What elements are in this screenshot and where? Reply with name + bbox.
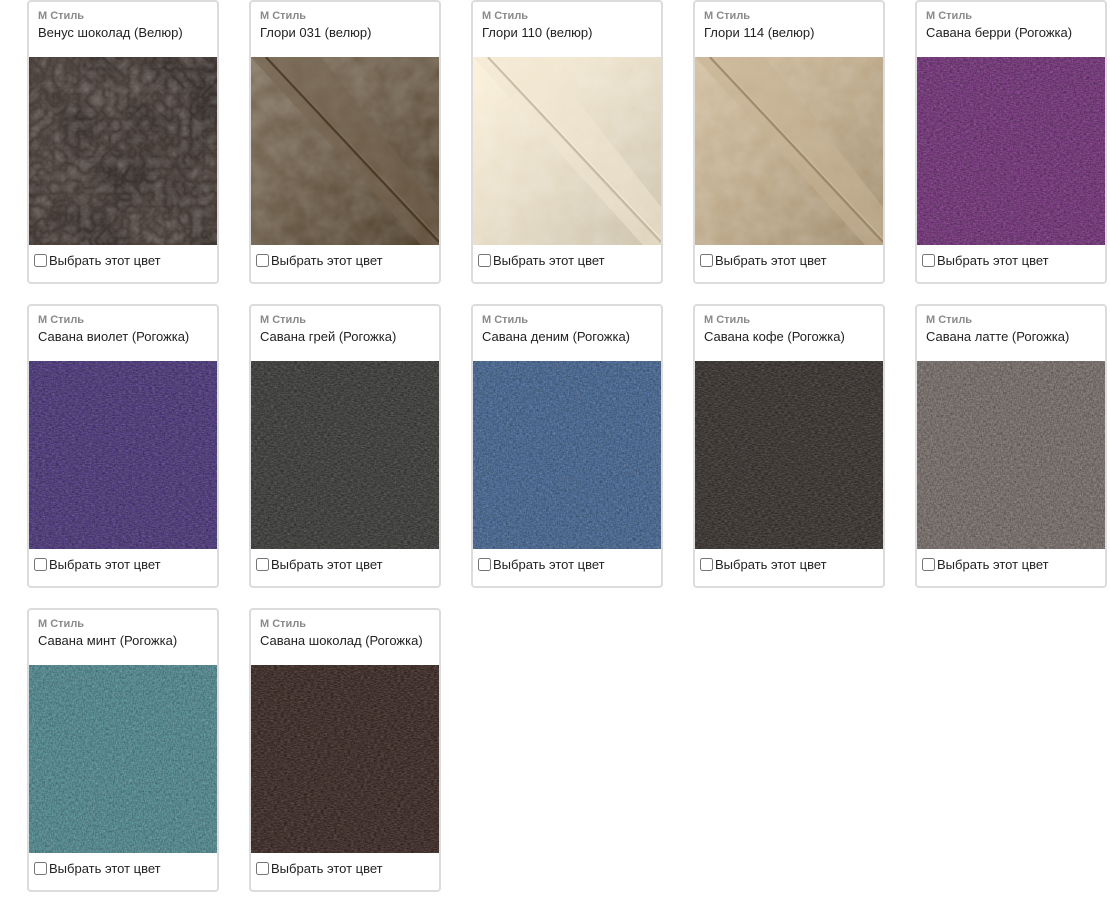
select-color-checkbox[interactable] <box>922 558 935 571</box>
fabric-texture-image <box>917 57 1105 245</box>
select-color-checkbox[interactable] <box>256 558 269 571</box>
color-card: М Стиль Савана кофе (Рогожка) Выбрать эт… <box>693 304 885 588</box>
select-color-label: Выбрать этот цвет <box>271 557 383 572</box>
color-card: М Стиль Савана минт (Рогожка) Выбрать эт… <box>27 608 219 892</box>
color-card: М Стиль Савана грей (Рогожка) Выбрать эт… <box>249 304 441 588</box>
select-color-option[interactable]: Выбрать этот цвет <box>922 253 1049 268</box>
select-color-checkbox[interactable] <box>478 558 491 571</box>
select-color-option[interactable]: Выбрать этот цвет <box>700 253 827 268</box>
select-color-option[interactable]: Выбрать этот цвет <box>256 861 383 876</box>
fabric-swatch <box>29 665 217 853</box>
color-card: М Стиль Савана латте (Рогожка) Выбрать э… <box>915 304 1107 588</box>
fabric-swatch <box>29 361 217 549</box>
fabric-texture-image <box>695 361 883 549</box>
select-color-label: Выбрать этот цвет <box>937 557 1049 572</box>
select-color-checkbox[interactable] <box>922 254 935 267</box>
select-color-label: Выбрать этот цвет <box>493 253 605 268</box>
color-name: Савана деним (Рогожка) <box>482 329 631 344</box>
brand-label: М Стиль <box>38 10 85 22</box>
select-color-checkbox[interactable] <box>34 558 47 571</box>
select-color-checkbox[interactable] <box>700 254 713 267</box>
fabric-texture-image <box>695 57 883 245</box>
select-color-checkbox[interactable] <box>700 558 713 571</box>
color-swatch-grid: М Стиль Венус шоколад (Велюр) Выбрать эт… <box>27 0 1107 892</box>
select-color-label: Выбрать этот цвет <box>715 557 827 572</box>
fabric-texture-image <box>917 361 1105 549</box>
color-card: М Стиль Савана шоколад (Рогожка) Выбрать… <box>249 608 441 892</box>
fabric-swatch <box>251 665 439 853</box>
brand-label: М Стиль <box>38 618 85 630</box>
color-name: Глори 031 (велюр) <box>260 25 372 40</box>
fabric-swatch <box>473 361 661 549</box>
select-color-checkbox[interactable] <box>478 254 491 267</box>
fabric-swatch <box>473 57 661 245</box>
select-color-option[interactable]: Выбрать этот цвет <box>34 861 161 876</box>
fabric-texture-image <box>29 665 217 853</box>
brand-label: М Стиль <box>260 618 307 630</box>
select-color-label: Выбрать этот цвет <box>493 557 605 572</box>
color-card: М Стиль Венус шоколад (Велюр) Выбрать эт… <box>27 0 219 284</box>
color-name: Савана виолет (Рогожка) <box>38 329 190 344</box>
brand-label: М Стиль <box>260 10 307 22</box>
fabric-swatch <box>695 57 883 245</box>
color-card: М Стиль Савана берри (Рогожка) Выбрать э… <box>915 0 1107 284</box>
brand-label: М Стиль <box>482 10 529 22</box>
brand-label: М Стиль <box>926 10 973 22</box>
color-name: Глори 114 (велюр) <box>704 25 815 40</box>
select-color-checkbox[interactable] <box>256 862 269 875</box>
brand-label: М Стиль <box>482 314 529 326</box>
brand-label: М Стиль <box>260 314 307 326</box>
select-color-label: Выбрать этот цвет <box>715 253 827 268</box>
color-name: Савана берри (Рогожка) <box>926 25 1073 40</box>
select-color-label: Выбрать этот цвет <box>271 861 383 876</box>
color-name: Венус шоколад (Велюр) <box>38 25 183 40</box>
brand-label: М Стиль <box>926 314 973 326</box>
select-color-option[interactable]: Выбрать этот цвет <box>34 557 161 572</box>
select-color-label: Выбрать этот цвет <box>937 253 1049 268</box>
fabric-texture-image <box>251 361 439 549</box>
fabric-swatch <box>251 57 439 245</box>
select-color-checkbox[interactable] <box>34 254 47 267</box>
color-name: Савана шоколад (Рогожка) <box>260 633 423 648</box>
select-color-option[interactable]: Выбрать этот цвет <box>478 253 605 268</box>
fabric-texture-image <box>473 361 661 549</box>
select-color-checkbox[interactable] <box>256 254 269 267</box>
color-card: М Стиль Глори 110 (велюр) Выбрать этот ц… <box>471 0 663 284</box>
color-name: Савана минт (Рогожка) <box>38 633 178 648</box>
brand-label: М Стиль <box>38 314 85 326</box>
select-color-label: Выбрать этот цвет <box>271 253 383 268</box>
color-card: М Стиль Глори 114 (велюр) Выбрать этот ц… <box>693 0 885 284</box>
brand-label: М Стиль <box>704 314 751 326</box>
select-color-label: Выбрать этот цвет <box>49 861 161 876</box>
select-color-label: Выбрать этот цвет <box>49 253 161 268</box>
color-card: М Стиль Глори 031 (велюр) Выбрать этот ц… <box>249 0 441 284</box>
select-color-option[interactable]: Выбрать этот цвет <box>34 253 161 268</box>
fabric-swatch <box>917 57 1105 245</box>
select-color-option[interactable]: Выбрать этот цвет <box>700 557 827 572</box>
fabric-swatch <box>29 57 217 245</box>
color-name: Савана грей (Рогожка) <box>260 329 397 344</box>
brand-label: М Стиль <box>704 10 751 22</box>
color-card: М Стиль Савана деним (Рогожка) Выбрать э… <box>471 304 663 588</box>
select-color-option[interactable]: Выбрать этот цвет <box>256 253 383 268</box>
fabric-swatch <box>695 361 883 549</box>
select-color-option[interactable]: Выбрать этот цвет <box>256 557 383 572</box>
fabric-texture-image <box>251 57 439 245</box>
select-color-checkbox[interactable] <box>34 862 47 875</box>
fabric-swatch <box>917 361 1105 549</box>
select-color-option[interactable]: Выбрать этот цвет <box>922 557 1049 572</box>
select-color-option[interactable]: Выбрать этот цвет <box>478 557 605 572</box>
fabric-texture-image <box>473 57 661 245</box>
color-card: М Стиль Савана виолет (Рогожка) Выбрать … <box>27 304 219 588</box>
color-name: Савана латте (Рогожка) <box>926 329 1070 344</box>
fabric-swatch <box>251 361 439 549</box>
fabric-texture-image <box>29 361 217 549</box>
select-color-label: Выбрать этот цвет <box>49 557 161 572</box>
color-name: Глори 110 (велюр) <box>482 25 593 40</box>
fabric-texture-image <box>29 57 217 245</box>
color-name: Савана кофе (Рогожка) <box>704 329 845 344</box>
fabric-texture-image <box>251 665 439 853</box>
